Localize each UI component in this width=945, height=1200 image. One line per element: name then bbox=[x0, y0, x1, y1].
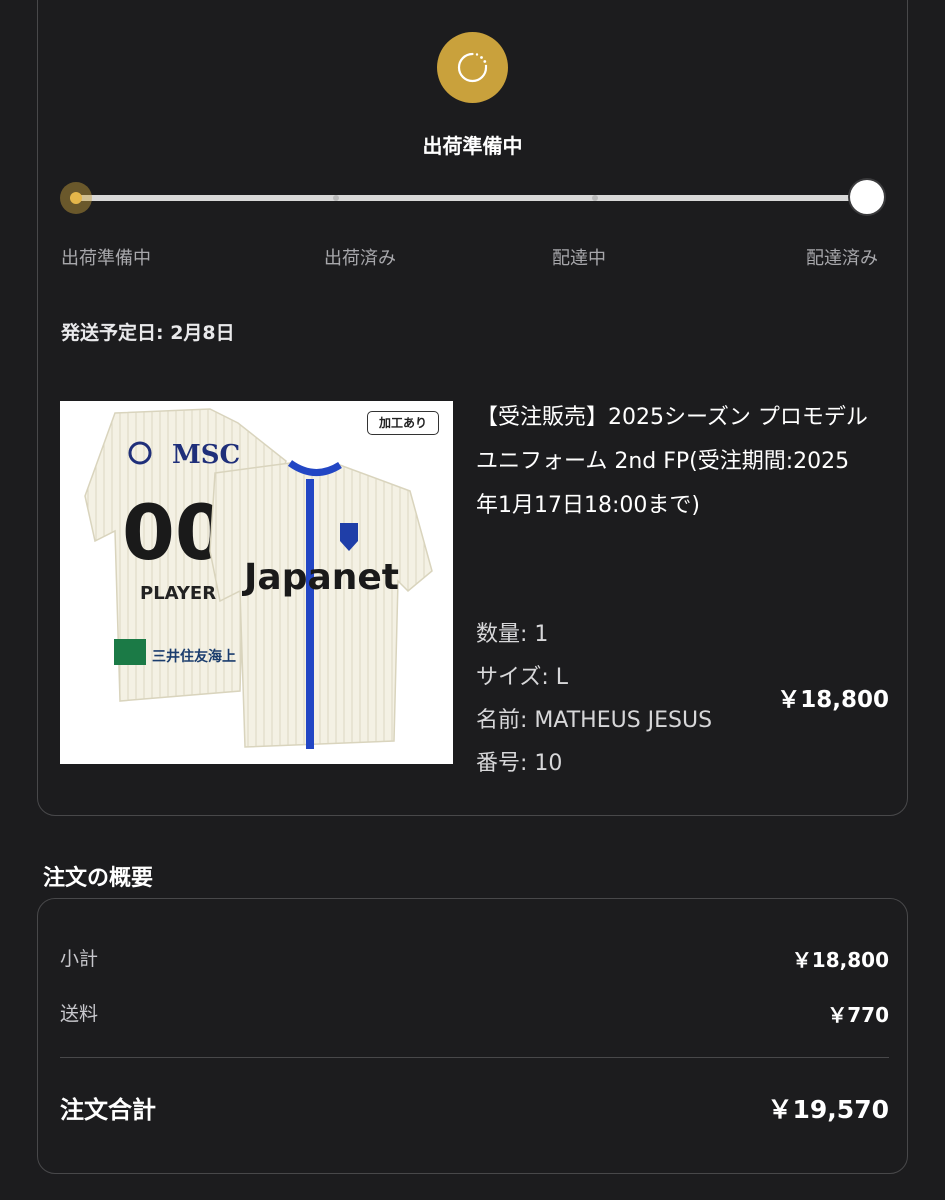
progress-end-knob bbox=[850, 180, 884, 214]
progress-step-dot bbox=[333, 195, 339, 201]
spec-name: 名前: MATHEUS JESUS bbox=[476, 708, 713, 733]
status-circle bbox=[437, 32, 508, 103]
product-image[interactable]: MSC 00 PLAYER 三井住友海上 Japanet 加工あり bbox=[60, 401, 453, 764]
subtotal-label: 小計 bbox=[60, 948, 99, 970]
status-title: 出荷準備中 bbox=[422, 134, 523, 158]
spec-quantity: 数量: 1 bbox=[476, 622, 549, 647]
stage-label-delivered: 配達済み bbox=[806, 248, 878, 269]
summary-heading: 注文の概要 bbox=[43, 866, 154, 891]
progress-step-dot bbox=[592, 195, 598, 201]
stage-label-in-delivery: 配達中 bbox=[552, 248, 606, 269]
customization-badge: 加工あり bbox=[367, 411, 439, 435]
loading-icon bbox=[457, 52, 488, 83]
progress-track bbox=[70, 195, 870, 201]
spec-number: 番号: 10 bbox=[476, 751, 563, 776]
sponsor-text-japanet: Japanet bbox=[241, 557, 399, 598]
summary-divider bbox=[60, 1057, 889, 1058]
subtotal-value: ￥18,800 bbox=[791, 948, 889, 972]
shipping-fee-value: ￥770 bbox=[827, 1003, 889, 1027]
jersey-illustration: MSC 00 PLAYER 三井住友海上 Japanet bbox=[84, 408, 433, 749]
sponsor-text-msc: MSC bbox=[172, 440, 240, 470]
progress-current-dot bbox=[70, 192, 82, 204]
sponsor-text-mitsui: 三井住友海上 bbox=[152, 648, 236, 665]
product-title[interactable]: 【受注販売】2025シーズン プロモデルユニフォーム 2nd FP(受注期間:2… bbox=[476, 396, 871, 528]
estimated-ship-date: 発送予定日: 2月8日 bbox=[61, 322, 235, 344]
stage-label-preparing: 出荷準備中 bbox=[61, 248, 151, 269]
spec-size: サイズ: L bbox=[476, 665, 569, 690]
player-name-text: PLAYER bbox=[140, 583, 216, 604]
order-total-label: 注文合計 bbox=[60, 1096, 156, 1124]
shipping-fee-label: 送料 bbox=[60, 1003, 99, 1025]
stage-label-shipped: 出荷済み bbox=[324, 248, 396, 269]
product-price: ￥18,800 bbox=[777, 687, 889, 713]
order-summary-card bbox=[37, 898, 908, 1174]
order-total-value: ￥19,570 bbox=[767, 1095, 889, 1124]
